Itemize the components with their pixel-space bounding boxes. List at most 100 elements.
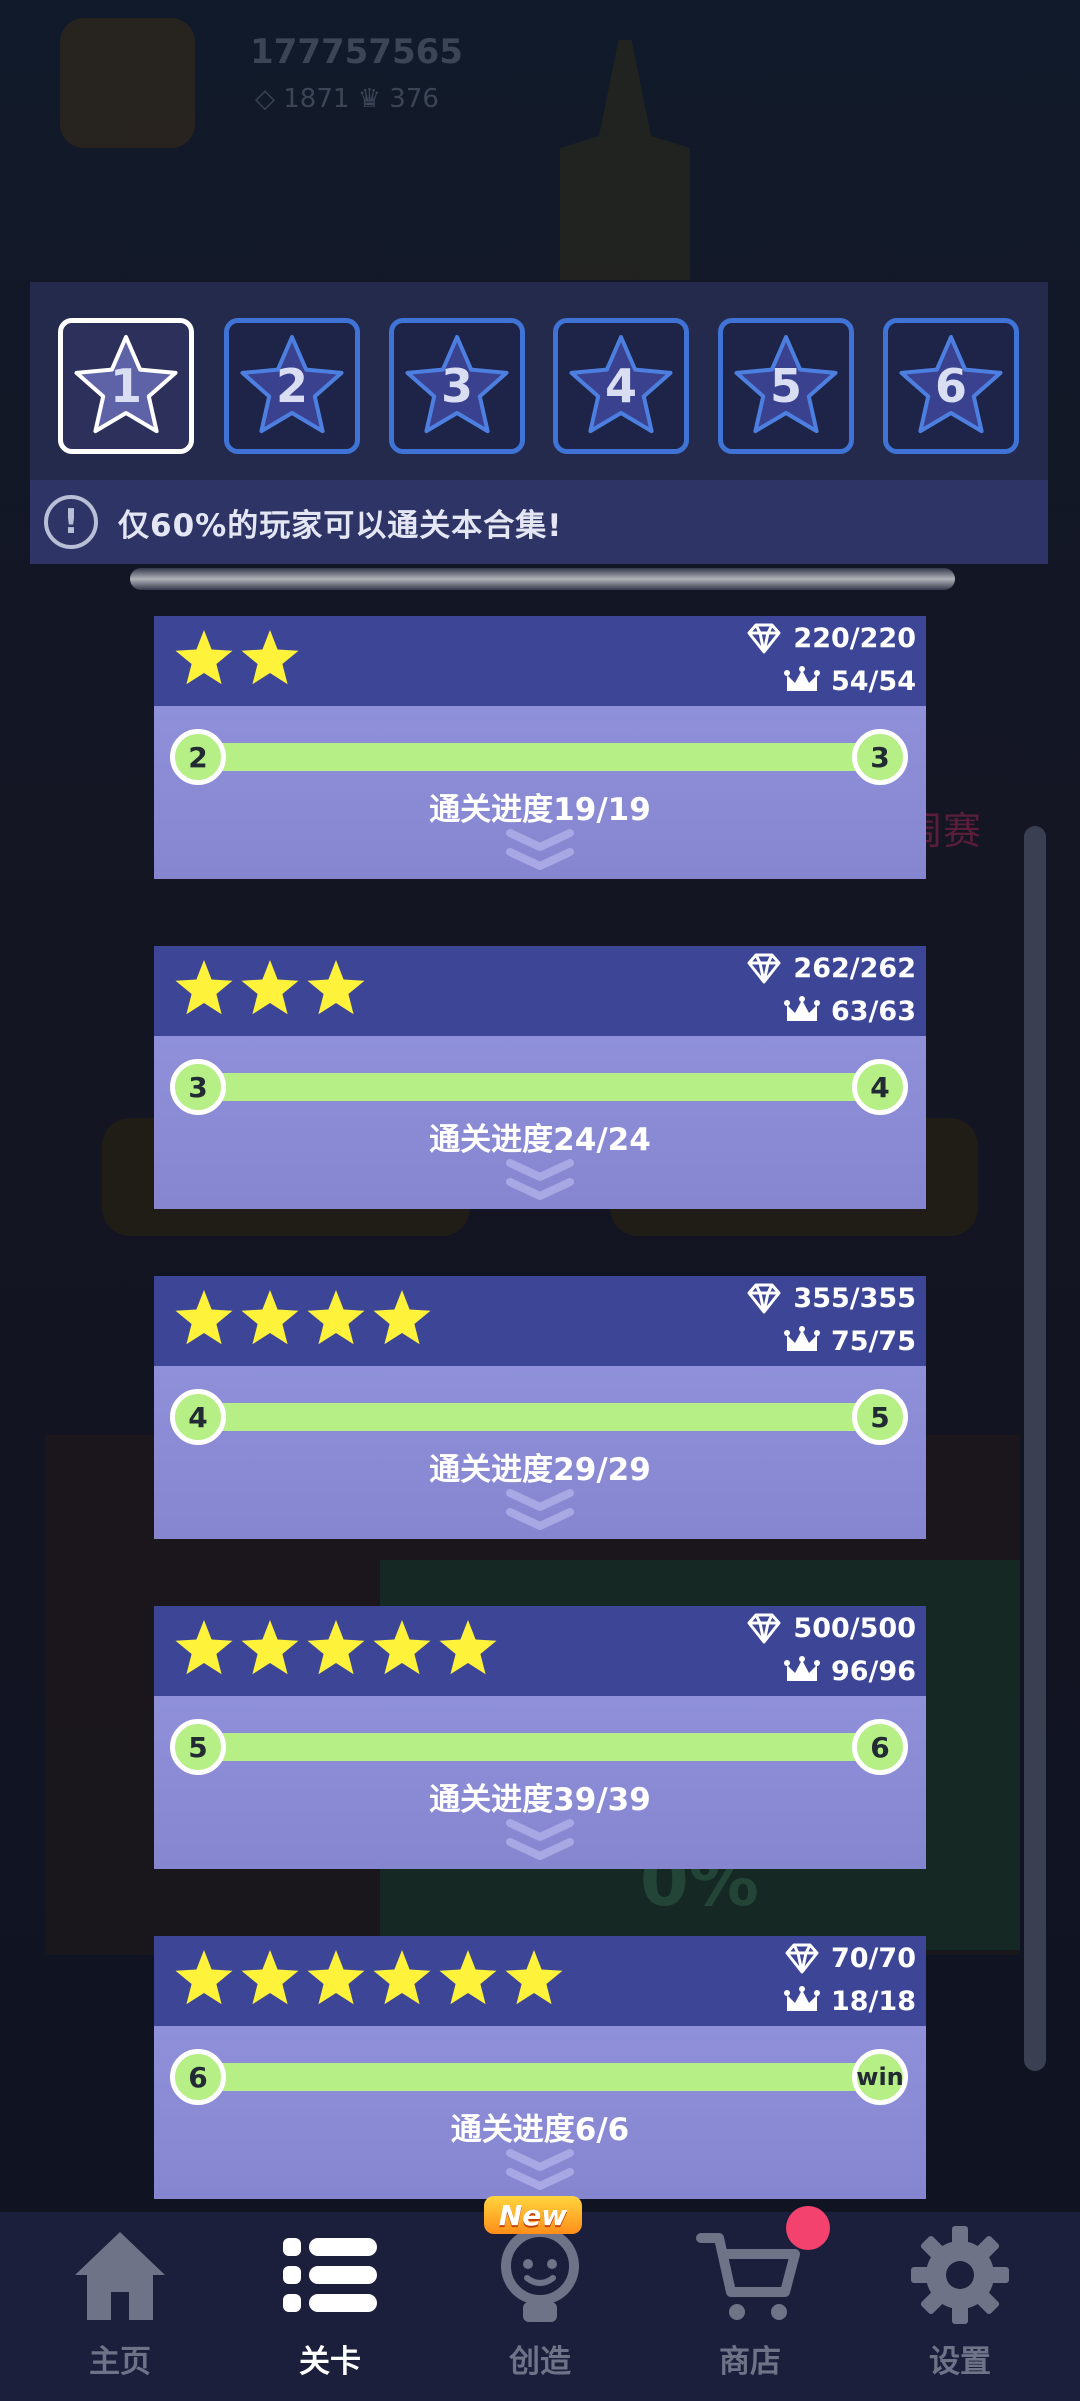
crown-icon (783, 1656, 820, 1681)
crown-count: 75/75 (783, 1325, 916, 1357)
tab-level-6[interactable]: 6 (883, 318, 1019, 454)
card-header: 262/262 63/63 (154, 946, 926, 1036)
crown-count-text: 54/54 (830, 665, 916, 697)
nav-home[interactable]: 主页 (40, 2220, 200, 2395)
crown-count: 63/63 (783, 995, 916, 1027)
diamond-count: 220/220 (745, 622, 916, 654)
tab-level-3[interactable]: 3 (389, 318, 525, 454)
progress-text: 通关进度19/19 (429, 792, 651, 828)
tab-number: 6 (934, 359, 967, 413)
diamond-icon: ◇ (255, 84, 275, 114)
end-level-node: win (852, 2049, 908, 2105)
nav-label: 关卡 (299, 2344, 361, 2380)
card-header: 355/355 75/75 (154, 1276, 926, 1366)
tab-level-4[interactable]: 4 (553, 318, 689, 454)
star-icon (307, 1620, 365, 1675)
crown-count-text: 75/75 (830, 1325, 916, 1357)
progress-track: 45 (170, 1389, 908, 1445)
star-rating (174, 1288, 432, 1348)
tab-number: 5 (769, 359, 802, 413)
chapter-card[interactable]: 70/70 18/18 6 win 通关进度6/6 (154, 1936, 926, 2199)
nav-label: 主页 (89, 2344, 151, 2380)
crown-count: 96/96 (783, 1655, 916, 1687)
diamond-icon (785, 1943, 819, 1974)
star-icon (175, 960, 233, 1015)
star-icon (373, 1620, 431, 1675)
end-level-node: 5 (852, 1389, 908, 1445)
end-level-node: 3 (852, 729, 908, 785)
end-level-node: 6 (852, 1719, 908, 1775)
chevron-down-icon[interactable] (505, 1158, 575, 1202)
nav-gear[interactable]: 设置 (880, 2220, 1040, 2395)
star-icon (307, 1950, 365, 2005)
crown-icon: ♛ (357, 84, 382, 114)
progress-text: 通关进度6/6 (450, 2112, 630, 2148)
nav-bulb[interactable]: 创造 (460, 2220, 620, 2395)
crown-count: 18/18 (783, 1985, 916, 2017)
diamond-icon (747, 623, 781, 654)
chapter-card[interactable]: 220/220 54/54 2 3 通关进度19/19 (154, 616, 926, 879)
chapter-card[interactable]: 500/500 96/96 5 6 通关进度39/39 (154, 1606, 926, 1869)
crown-count-text: 96/96 (830, 1655, 916, 1687)
star-icon (307, 1290, 365, 1345)
star-rating (174, 628, 300, 688)
nav-list[interactable]: 关卡 (250, 2220, 410, 2395)
gear-icon (911, 2226, 1009, 2324)
crown-icon (783, 1326, 820, 1351)
chapter-card[interactable]: 355/355 75/75 4 5 通关进度29/29 (154, 1276, 926, 1539)
diamond-count-text: 500/500 (793, 1612, 916, 1644)
start-level-node: 6 (170, 2049, 226, 2105)
tab-level-2[interactable]: 2 (224, 318, 360, 454)
star-icon (175, 1620, 233, 1675)
progress-text: 通关进度29/29 (429, 1452, 651, 1488)
star-icon (439, 1950, 497, 2005)
progress-bar (198, 1403, 880, 1431)
list-scrollbar[interactable] (1024, 826, 1046, 2071)
divider (130, 568, 955, 590)
start-level-node: 2 (170, 729, 226, 785)
tab-number: 3 (440, 359, 473, 413)
nav-label: 设置 (929, 2344, 991, 2380)
progress-bar (198, 743, 880, 771)
star-icon (241, 630, 299, 685)
star-rating (174, 1618, 498, 1678)
tower-illustration (560, 40, 690, 280)
start-level-node: 3 (170, 1059, 226, 1115)
end-level-node: 4 (852, 1059, 908, 1115)
diamond-count-text: 355/355 (793, 1282, 916, 1314)
progress-track: 6 win (170, 2049, 908, 2105)
star-icon (505, 1950, 563, 2005)
notification-dot (786, 2206, 830, 2250)
tab-level-1[interactable]: 1 (58, 318, 194, 454)
chevron-down-icon[interactable] (505, 2148, 575, 2192)
star-icon (373, 1290, 431, 1345)
tab-level-5[interactable]: 5 (718, 318, 854, 454)
chevron-down-icon[interactable] (505, 828, 575, 872)
crown-icon (783, 996, 820, 1021)
star-icon (175, 1950, 233, 2005)
diamond-count: 500/500 (745, 1612, 916, 1644)
star-icon (175, 630, 233, 685)
diamond-icon (747, 1283, 781, 1314)
tab-number: 1 (109, 359, 142, 413)
diamond-count-text: 70/70 (830, 1942, 916, 1974)
notice-text: 仅60%的玩家可以通关本合集! (118, 507, 563, 544)
tab-number: 2 (275, 359, 308, 413)
chevron-down-icon[interactable] (505, 1488, 575, 1532)
start-level-node: 4 (170, 1389, 226, 1445)
star-icon (175, 1290, 233, 1345)
nav-label: 创造 (509, 2344, 571, 2380)
diamond-count: 355/355 (745, 1282, 916, 1314)
player-crowns: 376 (389, 84, 439, 114)
player-diamonds: 1871 (283, 84, 350, 114)
crown-icon (783, 666, 820, 691)
chevron-down-icon[interactable] (505, 1818, 575, 1862)
progress-text: 通关进度39/39 (429, 1782, 651, 1818)
nav-label: 商店 (719, 2344, 781, 2380)
crown-count-text: 63/63 (830, 995, 916, 1027)
crown-count-text: 18/18 (830, 1985, 916, 2017)
star-icon (439, 1620, 497, 1675)
player-id: 177757565 (250, 32, 463, 72)
crown-icon (783, 1986, 820, 2011)
chapter-card[interactable]: 262/262 63/63 3 4 通关进度24/24 (154, 946, 926, 1209)
